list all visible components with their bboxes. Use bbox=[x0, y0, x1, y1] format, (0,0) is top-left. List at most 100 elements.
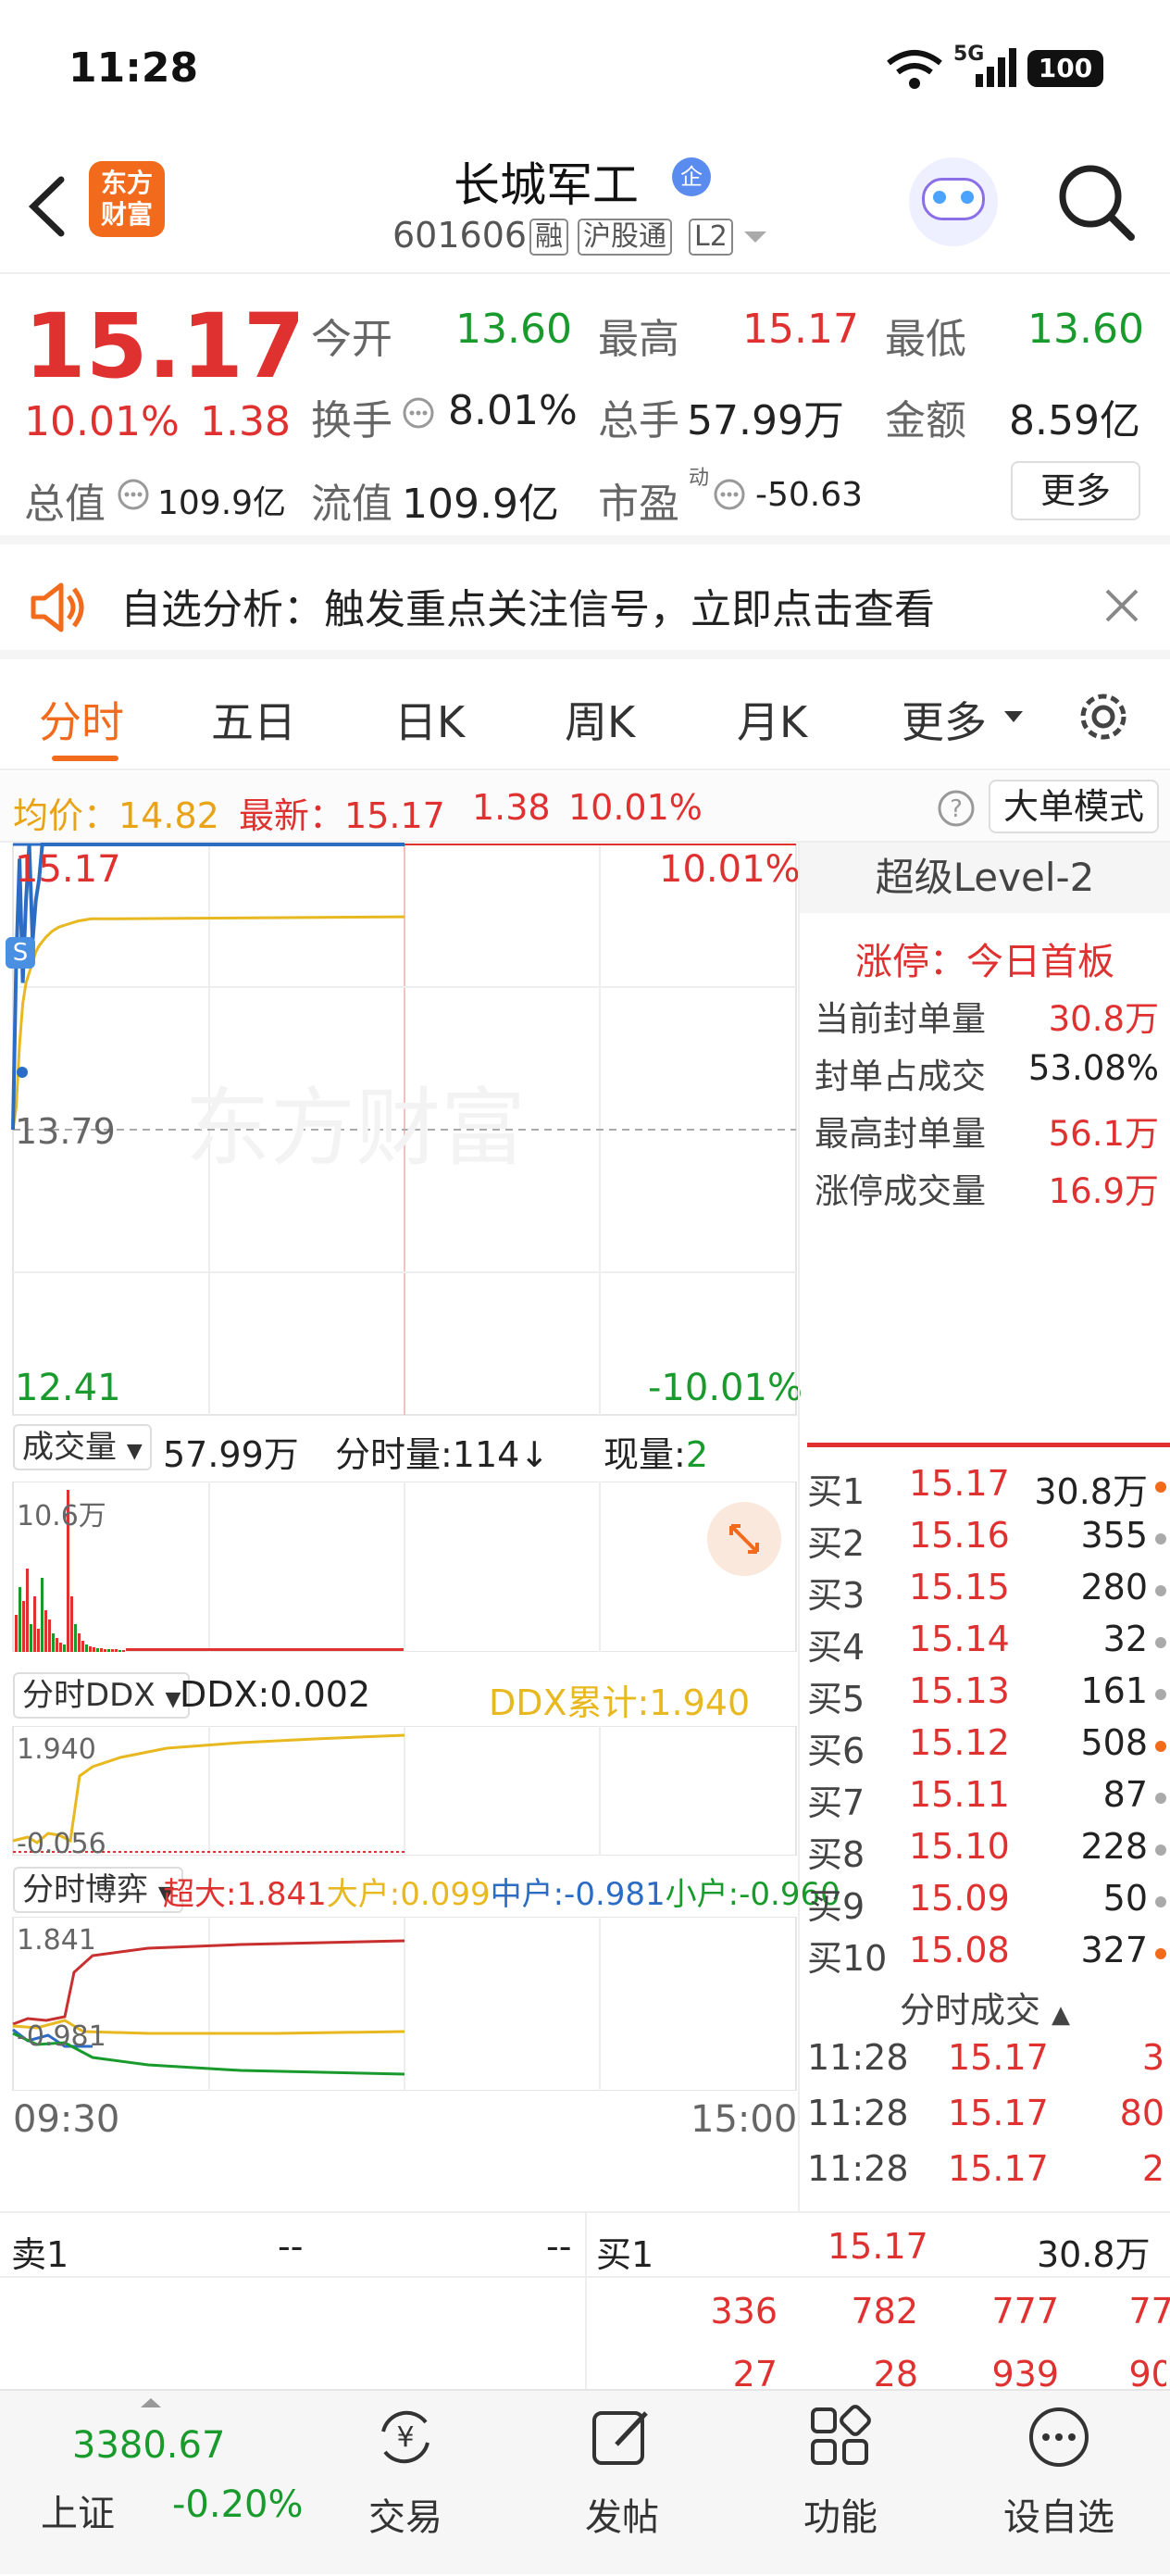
book-divider bbox=[807, 1443, 1170, 1447]
tab-weekly-k[interactable]: 周K bbox=[565, 689, 635, 750]
order-book-row[interactable]: 买3 15.15 280 bbox=[800, 1567, 1170, 1619]
queue-value: 27 bbox=[732, 2354, 778, 2391]
ddx-chart[interactable] bbox=[0, 1726, 798, 1856]
info-icon[interactable] bbox=[117, 478, 150, 511]
order-book-row[interactable]: 买2 15.16 355 bbox=[800, 1515, 1170, 1567]
pe-dynamic-label: 动 bbox=[689, 467, 710, 490]
book-dot bbox=[1155, 1637, 1166, 1648]
volume-bar bbox=[118, 1650, 121, 1652]
game-chart[interactable] bbox=[0, 1917, 798, 2091]
book-volume: 87 bbox=[1102, 1774, 1148, 1815]
pe-label: 市盈 bbox=[598, 481, 679, 528]
tab-more[interactable]: 更多 bbox=[902, 689, 987, 750]
price-chart[interactable]: 东方财富 bbox=[0, 843, 798, 1417]
enterprise-badge: 企 bbox=[672, 157, 711, 196]
float-label: 流值 bbox=[311, 481, 392, 528]
high-value: 15.17 bbox=[742, 306, 859, 353]
avg-price-label: 均价：14.82 bbox=[13, 795, 219, 836]
order-book-row[interactable]: 买9 15.09 50 bbox=[800, 1878, 1170, 1930]
stock-title: 长城军工 bbox=[454, 158, 639, 212]
change-percent: 10.01% bbox=[24, 398, 180, 445]
more-button[interactable]: 更多 bbox=[1011, 461, 1140, 520]
ddx-selector[interactable]: 分时DDX ▼ bbox=[13, 1672, 191, 1719]
book-level: 买10 bbox=[807, 1938, 888, 1979]
active-tab-indicator bbox=[52, 756, 118, 761]
volume-bar bbox=[70, 1596, 73, 1652]
volume-bar bbox=[89, 1646, 92, 1652]
volume-bar bbox=[59, 1643, 62, 1652]
book-volume: 32 bbox=[1102, 1619, 1148, 1659]
stock-code: 601606 bbox=[392, 215, 528, 256]
tick-time: 11:28 bbox=[807, 2148, 909, 2189]
tab-daily-k[interactable]: 日K bbox=[394, 689, 465, 750]
volume-chart[interactable] bbox=[0, 1482, 798, 1652]
book-level: 买7 bbox=[807, 1782, 865, 1823]
chart-tabs: 分时 五日 日K 周K 月K 更多 bbox=[0, 669, 1170, 770]
big-order-mode-button[interactable]: 大单模式 bbox=[989, 780, 1159, 833]
volume-bar bbox=[37, 1629, 40, 1652]
l2-value: 56.1万 bbox=[1048, 1114, 1159, 1154]
close-icon[interactable] bbox=[1103, 587, 1140, 624]
volume-bar bbox=[122, 1650, 125, 1652]
chevron-down-icon[interactable] bbox=[742, 228, 768, 246]
order-book-row[interactable]: 买4 15.14 32 bbox=[800, 1619, 1170, 1670]
book-dot bbox=[1155, 1585, 1166, 1596]
l2-label: 当前封单量 bbox=[815, 999, 986, 1039]
info-icon[interactable] bbox=[402, 396, 435, 430]
tab-five-day[interactable]: 五日 bbox=[211, 689, 296, 750]
mktcap-label: 总值 bbox=[24, 481, 106, 528]
status-time: 11:28 bbox=[68, 44, 199, 92]
tick-time: 11:28 bbox=[807, 2093, 909, 2133]
volume-max: 10.6万 bbox=[17, 1500, 106, 1532]
turnover-label: 换手 bbox=[311, 397, 392, 444]
queue-value: 336 bbox=[710, 2291, 778, 2332]
book-level: 买9 bbox=[807, 1886, 865, 1927]
time-end: 15:00 bbox=[691, 2098, 798, 2141]
tab-intraday[interactable]: 分时 bbox=[39, 689, 124, 750]
margin-tag: 融 bbox=[529, 219, 568, 256]
tick-volume: 80 bbox=[1119, 2093, 1164, 2133]
low-label: 最低 bbox=[885, 316, 966, 363]
game-selector[interactable]: 分时博弈 ▼ bbox=[13, 1867, 183, 1913]
order-book-row[interactable]: 买7 15.11 87 bbox=[800, 1774, 1170, 1826]
sell1-price: -- bbox=[278, 2226, 304, 2267]
index-ticker[interactable]: 3380.67 上证 -0.20% bbox=[0, 2391, 315, 2576]
volume-selector[interactable]: 成交量 ▼ bbox=[13, 1424, 152, 1470]
index-pct: -0.20% bbox=[172, 2483, 304, 2526]
back-arrow-icon[interactable] bbox=[24, 174, 70, 239]
book-price: 15.14 bbox=[909, 1619, 1010, 1659]
tick-volume: 2 bbox=[1141, 2148, 1164, 2189]
bottom-nav: 3380.67 上证 -0.20% ¥ 交易 发帖 功能 设自选 bbox=[0, 2389, 1170, 2574]
info-icon[interactable] bbox=[713, 478, 746, 511]
eastmoney-logo[interactable]: 东方 财富 bbox=[89, 161, 165, 237]
ticks-title[interactable]: 分时成交 ▲ bbox=[800, 1982, 1170, 2032]
volume-bar bbox=[74, 1624, 77, 1652]
expand-icon bbox=[729, 1524, 759, 1554]
robot-assistant-icon[interactable] bbox=[909, 157, 998, 246]
order-book-row[interactable]: 买10 15.08 327 bbox=[800, 1930, 1170, 1982]
buy1-label: 买1 bbox=[596, 2234, 654, 2275]
order-book-row[interactable]: 买5 15.13 161 bbox=[800, 1670, 1170, 1722]
book-dot bbox=[1155, 1741, 1166, 1752]
help-icon[interactable]: ? bbox=[937, 789, 976, 828]
order-book-row[interactable]: 买1 15.17 30.8万 bbox=[800, 1463, 1170, 1515]
order-book-row[interactable]: 买8 15.10 228 bbox=[800, 1826, 1170, 1878]
gear-icon[interactable] bbox=[1074, 687, 1133, 746]
book-price: 15.12 bbox=[909, 1722, 1010, 1763]
tab-monthly-k[interactable]: 月K bbox=[737, 689, 807, 750]
search-icon[interactable] bbox=[1055, 161, 1139, 244]
s-marker[interactable]: S bbox=[6, 937, 35, 969]
ddx-top: 1.940 bbox=[17, 1733, 96, 1766]
order-book-row[interactable]: 买6 15.12 508 bbox=[800, 1722, 1170, 1774]
tick-price: 15.17 bbox=[948, 2037, 1049, 2078]
book-price: 15.17 bbox=[909, 1463, 1010, 1504]
book-dot bbox=[1155, 1689, 1166, 1700]
notice-bar[interactable]: 自选分析：触发重点关注信号，立即点击查看 bbox=[0, 554, 1170, 659]
l2-label: 最高封单量 bbox=[815, 1114, 986, 1154]
expand-button[interactable] bbox=[707, 1502, 781, 1576]
volume-bar bbox=[52, 1633, 55, 1652]
chart-bottom-price: 12.41 bbox=[15, 1367, 121, 1409]
level2-title[interactable]: 超级Level-2 bbox=[800, 843, 1170, 913]
l2-value: 16.9万 bbox=[1048, 1171, 1159, 1211]
volume-bar bbox=[107, 1649, 110, 1652]
